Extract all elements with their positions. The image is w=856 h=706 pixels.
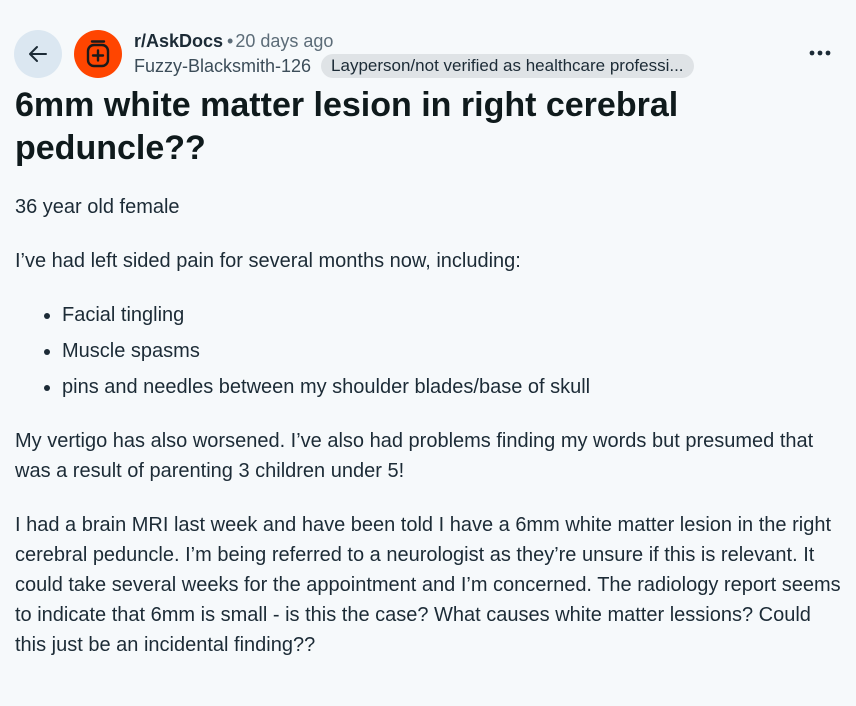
list-item: Facial tingling <box>62 300 845 330</box>
user-flair: Layperson/not verified as healthcare pro… <box>321 54 694 78</box>
meta-separator: • <box>227 31 234 51</box>
subreddit-link[interactable]: r/AskDocs <box>134 31 223 51</box>
medical-kit-icon <box>86 40 110 68</box>
more-horizontal-icon <box>809 50 831 56</box>
subreddit-avatar[interactable] <box>74 30 122 78</box>
post-header: r/AskDocs • 20 days ago Fuzzy-Blacksmith-1… <box>14 29 844 81</box>
arrow-left-icon <box>29 46 47 62</box>
post-timestamp: 20 days ago <box>235 31 334 51</box>
more-options-button[interactable] <box>806 43 834 63</box>
post-paragraph: I had a brain MRI last week and have bee… <box>15 514 841 656</box>
list-item: pins and needles between my shoulder bla… <box>62 372 845 402</box>
author-username[interactable]: Fuzzy-Blacksmith-126 <box>134 54 311 78</box>
post-paragraph: I’ve had left sided pain for several mon… <box>15 250 521 272</box>
post-meta: r/AskDocs • 20 days ago Fuzzy-Blacksmith-1… <box>134 29 694 78</box>
symptom-list: Facial tingling Muscle spasms pins and n… <box>15 300 845 402</box>
post-paragraph: 36 year old female <box>15 196 180 218</box>
post-paragraph: My vertigo has also worsened. I’ve also … <box>15 430 814 482</box>
list-item: Muscle spasms <box>62 336 845 366</box>
post-title: 6mm white matter lesion in right cerebra… <box>15 86 679 167</box>
post-body: 36 year old female I’ve had left sided p… <box>15 192 845 684</box>
back-button[interactable] <box>14 30 62 78</box>
